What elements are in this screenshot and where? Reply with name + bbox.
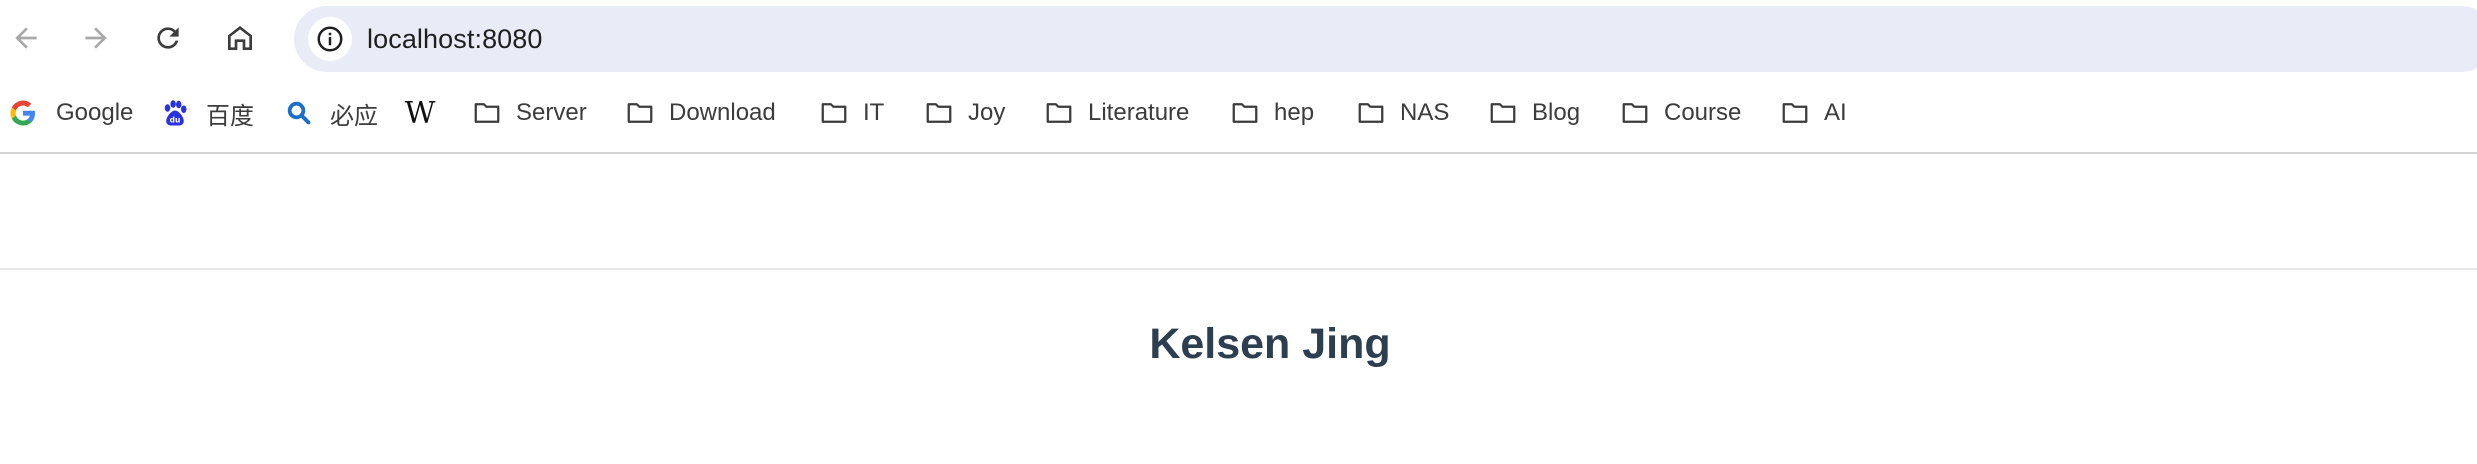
bookmark-folder-hep[interactable]: hep [1230, 85, 1314, 141]
google-icon [8, 98, 38, 128]
bookmark-bing[interactable]: 必应 [284, 85, 378, 141]
folder-icon [819, 98, 849, 128]
folder-icon [1780, 98, 1810, 128]
bookmark-folder-nas[interactable]: NAS [1356, 85, 1449, 141]
folder-icon [1230, 98, 1260, 128]
reload-button[interactable] [144, 12, 192, 64]
bookmark-label: Literature [1088, 99, 1190, 126]
page-title: Kelsen Jing [1149, 320, 1391, 368]
forward-button[interactable] [72, 12, 120, 64]
bookmark-label: 百度 [206, 102, 254, 130]
bookmark-label: AI [1824, 99, 1847, 126]
bookmark-label: 必应 [330, 102, 378, 130]
bookmark-folder-joy[interactable]: Joy [924, 85, 1005, 141]
folder-icon [1356, 98, 1386, 128]
bookmark-folder-download[interactable]: Download [625, 85, 776, 141]
bookmark-label: NAS [1400, 99, 1450, 126]
bookmark-folder-course[interactable]: Course [1620, 85, 1741, 141]
wikipedia-icon: W [404, 95, 436, 131]
bookmark-label: Google [56, 99, 134, 126]
svg-text:du: du [170, 115, 181, 124]
bookmark-folder-literature[interactable]: Literature [1044, 85, 1189, 141]
header-divider [0, 268, 2477, 270]
info-icon [317, 26, 343, 52]
bookmark-wikipedia[interactable]: W [405, 85, 449, 141]
site-info-button[interactable] [308, 17, 352, 61]
bookmark-label: Server [516, 99, 587, 126]
back-button[interactable] [2, 12, 50, 64]
bookmark-baidu[interactable]: du 百度 [160, 85, 254, 141]
bookmark-label: hep [1274, 99, 1315, 126]
bookmark-label: Blog [1532, 99, 1581, 126]
bookmark-label: Download [669, 99, 776, 126]
bookmark-label: Course [1664, 99, 1742, 126]
folder-icon [1044, 98, 1074, 128]
folder-icon [472, 98, 502, 128]
url-text[interactable]: localhost:8080 [367, 6, 543, 72]
bing-search-icon [284, 98, 314, 128]
baidu-icon: du [160, 98, 190, 128]
folder-icon [924, 98, 954, 128]
arrow-right-icon [85, 27, 107, 49]
arrow-left-icon [15, 27, 37, 49]
bookmark-google[interactable]: Google [8, 85, 133, 141]
bookmarks-bar: Google du 百度 必应 W Server Download IT Joy… [0, 85, 2477, 151]
browser-toolbar: localhost:8080 [0, 0, 2477, 78]
bookmark-folder-it[interactable]: IT [819, 85, 884, 141]
page-content: Kelsen Jing [0, 154, 2477, 464]
folder-icon [1620, 98, 1650, 128]
home-button[interactable] [216, 12, 264, 64]
bookmark-folder-blog[interactable]: Blog [1488, 85, 1580, 141]
bookmark-folder-server[interactable]: Server [472, 85, 587, 141]
home-icon [228, 26, 252, 50]
folder-icon [625, 98, 655, 128]
folder-icon [1488, 98, 1518, 128]
address-bar[interactable]: localhost:8080 [294, 6, 2477, 72]
bookmark-label: IT [863, 99, 885, 126]
bookmark-label: Joy [968, 99, 1006, 126]
reload-icon [157, 27, 179, 49]
bookmark-folder-ai[interactable]: AI [1780, 85, 1847, 141]
